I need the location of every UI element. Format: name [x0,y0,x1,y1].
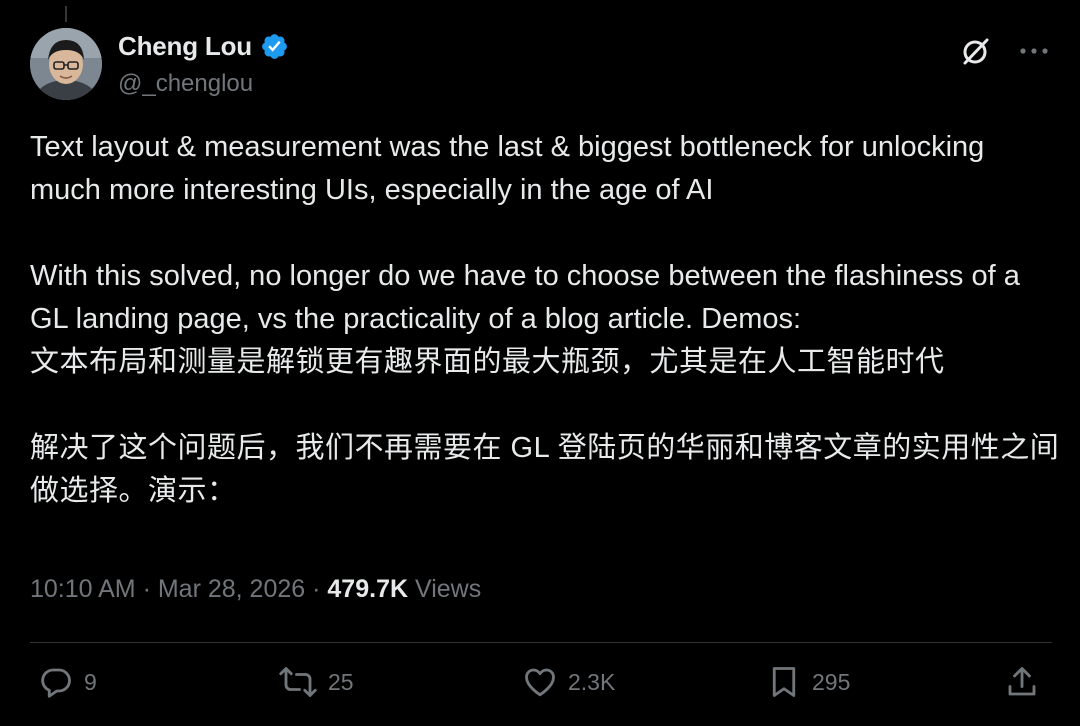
author-display-name[interactable]: Cheng Lou [118,31,252,62]
post-meta: 10:10 AM · Mar 28, 2026 · 479.7K Views [30,575,481,604]
repost-button[interactable]: 25 [278,664,354,700]
verified-badge-icon[interactable] [260,32,289,61]
post-date[interactable]: Mar 28, 2026 [158,575,305,604]
views-count[interactable]: 479.7K [327,575,408,604]
post-paragraph-zh-2: 解决了这个问题后，我们不再需要在 GL 登陆页的华丽和博客文章的实用性之间做选择… [30,432,1060,507]
post-text: Text layout & measurement was the last &… [30,126,1060,513]
post-paragraph-en-1: Text layout & measurement was the last &… [30,131,985,206]
heart-icon [525,668,555,697]
share-button[interactable] [1004,664,1040,700]
post-paragraph-en-2: With this solved, no longer do we have t… [30,260,1020,335]
meta-separator: · [135,575,158,603]
bookmark-count: 295 [812,668,851,695]
bookmark-button[interactable]: 295 [766,664,850,700]
views-label: Views [408,575,482,603]
bookmark-icon [772,667,796,697]
post-paragraph-zh-1: 文本布局和测量是解锁更有趣界面的最大瓶颈，尤其是在人工智能时代 [30,346,945,378]
post-header: Cheng Lou @_chenglou [30,27,1052,103]
more-options-icon[interactable] [1016,33,1052,69]
header-actions [958,33,1052,69]
like-count: 2.3K [568,668,616,695]
divider [30,642,1052,643]
meta-separator: · [305,575,328,603]
post-actions-bar: 9 25 2.3K 295 [38,664,1042,708]
name-row: Cheng Lou [118,31,289,62]
reply-count: 9 [84,668,97,695]
user-avatar-photo [30,28,102,100]
reply-button[interactable]: 9 [38,664,97,700]
grok-icon[interactable] [958,33,994,69]
like-button[interactable]: 2.3K [522,664,615,700]
repost-icon [279,667,317,697]
avatar[interactable] [30,28,102,100]
author-handle[interactable]: @_chenglou [118,70,253,98]
reply-icon [41,668,71,698]
repost-count: 25 [328,668,354,695]
share-icon [1008,667,1036,696]
thread-connector-line [65,6,67,22]
post-time[interactable]: 10:10 AM [30,575,136,604]
